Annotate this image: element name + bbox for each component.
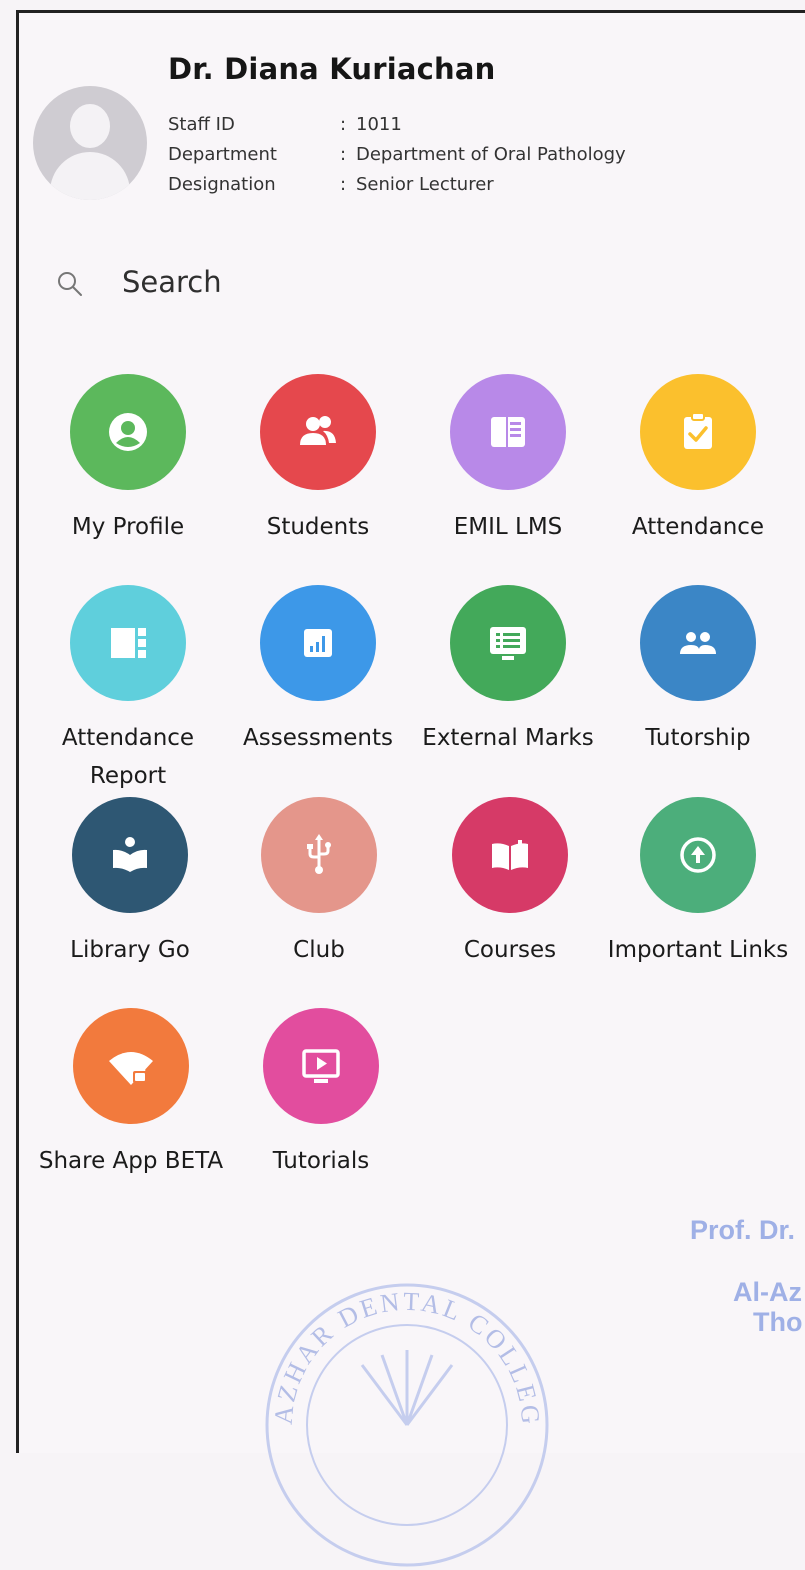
tutorship-label: Tutorship [645,725,751,751]
tile-tutorship[interactable]: Tutorship [603,585,793,757]
usb-icon [307,834,331,874]
wifi-lock-icon [109,1052,153,1085]
tile-attendance[interactable]: Attendance [603,374,793,546]
clipboard-check-icon [684,412,712,449]
club-circle [261,797,377,913]
department-separator: : [340,144,347,165]
courses-circle [452,797,568,913]
bar-chart-icon [304,629,332,657]
tile-tutorials[interactable]: Tutorials [226,1008,416,1180]
emil-lms-label: EMIL LMS [453,514,563,540]
play-screen-icon [302,1049,340,1083]
stamp-text-line1: Prof. Dr. [690,1215,796,1245]
department-value: Department of Oral Pathology [356,144,626,165]
courses-label: Courses [463,937,557,963]
tile-share-app[interactable]: Share App BETA [36,1008,226,1180]
avatar-head-shape [70,104,110,148]
share-app-circle [73,1008,189,1124]
user-circle-icon [109,413,147,451]
tutorials-circle [263,1008,379,1124]
arrow-up-circle-icon [680,837,716,873]
tile-library-go[interactable]: Library Go [35,797,225,969]
svg-text:AZHAR DENTAL COLLEGE: AZHAR DENTAL COLLEGE [262,1280,545,1428]
avatar[interactable] [33,86,147,200]
attendance-label: Attendance [631,514,765,540]
tile-assessments[interactable]: Assessments [223,585,413,757]
seal-text: AZHAR DENTAL COLLEGE [262,1280,542,1428]
important-links-circle [640,797,756,913]
book-page-icon [491,417,525,447]
department-row: Department: Department of Oral Pathology [168,144,626,165]
library-go-circle [72,797,188,913]
my-profile-circle [70,374,186,490]
emil-lms-circle [450,374,566,490]
assessments-label: Assessments [243,725,393,751]
tutorials-label: Tutorials [272,1148,370,1174]
assessments-circle [260,585,376,701]
profile-name: Dr. Diana Kuriachan [168,52,496,86]
tutorship-circle [640,585,756,701]
external-marks-label: External Marks [422,725,594,751]
staff-id-value: 1011 [356,114,402,135]
attendance-report-label: Attendance Report [61,725,195,789]
external-marks-circle [450,585,566,701]
tile-attendance-report[interactable]: Attendance Report [33,585,223,795]
search-bar[interactable] [0,240,805,320]
profile-header: Dr. Diana Kuriachan Staff ID:1011 Depart… [0,0,805,230]
search-input[interactable] [120,260,724,304]
tile-club[interactable]: Club [224,797,414,969]
tile-important-links[interactable]: Important Links [603,797,793,969]
students-circle [260,374,376,490]
tile-emil-lms[interactable]: EMIL LMS [413,374,603,546]
attendance-circle [640,374,756,490]
tile-external-marks[interactable]: External Marks [413,585,603,757]
share-app-label: Share App BETA [38,1148,224,1174]
designation-label: Designation [168,174,276,195]
open-book-icon [492,840,528,870]
students-label: Students [266,514,370,540]
staff-id-separator: : [340,114,347,135]
designation-value: Senior Lecturer [356,174,494,195]
staff-id-label: Staff ID [168,114,235,135]
tile-courses[interactable]: Courses [415,797,605,969]
designation-row: Designation: Senior Lecturer [168,174,494,195]
tile-students[interactable]: Students [223,374,413,546]
stamp-text-line2: Al-Az [733,1277,802,1307]
report-icon [111,628,146,658]
search-icon [58,272,82,296]
tile-my-profile[interactable]: My Profile [33,374,223,546]
attendance-report-circle [70,585,186,701]
monitor-list-icon [490,627,526,660]
stamp-text-line3: Tho [753,1307,803,1337]
staff-id-row: Staff ID:1011 [168,114,402,135]
avatar-body-shape [50,152,130,200]
group-icon [680,632,716,654]
college-seal: AZHAR DENTAL COLLEGE [262,1280,549,1567]
club-label: Club [293,937,345,963]
department-label: Department [168,144,277,165]
important-links-label: Important Links [607,937,789,963]
library-go-label: Library Go [70,937,190,963]
designation-separator: : [340,174,347,195]
reader-icon [113,837,147,872]
users-icon [300,416,336,445]
my-profile-label: My Profile [71,514,185,540]
